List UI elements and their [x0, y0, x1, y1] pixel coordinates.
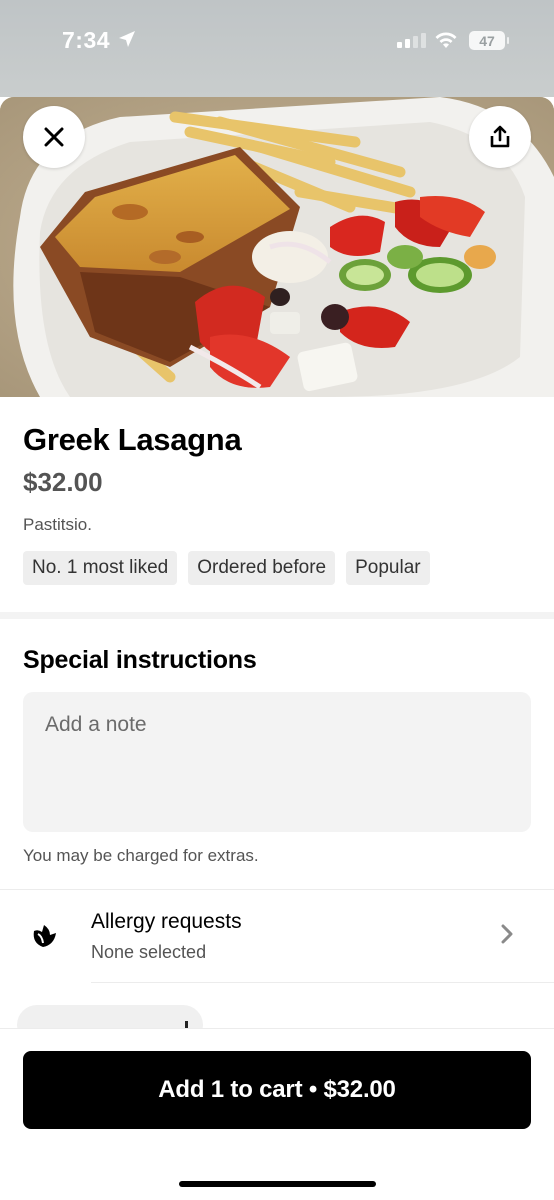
add-to-cart-button[interactable]: Add 1 to cart • $32.00	[23, 1051, 531, 1129]
status-bar: 7:34 47	[0, 0, 554, 97]
section-divider	[0, 612, 554, 619]
chevron-right-icon	[501, 924, 513, 944]
tag-most-liked: No. 1 most liked	[23, 551, 178, 585]
battery-icon: 47	[469, 31, 509, 50]
close-button[interactable]	[23, 106, 85, 168]
allergy-requests-row[interactable]: Allergy requests None selected	[0, 890, 554, 982]
divider	[91, 982, 554, 983]
cellular-signal-icon	[397, 33, 426, 48]
item-title: Greek Lasagna	[23, 422, 242, 457]
allergy-subtitle: None selected	[91, 942, 207, 962]
item-description: Pastitsio.	[23, 515, 92, 534]
home-indicator	[179, 1181, 376, 1187]
share-button[interactable]	[469, 106, 531, 168]
extras-note: You may be charged for extras.	[23, 846, 259, 865]
allergy-icon	[33, 925, 56, 947]
wifi-icon	[435, 32, 457, 48]
close-icon	[44, 127, 64, 147]
special-instructions-title: Special instructions	[23, 646, 257, 674]
item-price: $32.00	[23, 467, 103, 497]
status-time: 7:34	[62, 27, 111, 53]
allergy-title: Allergy requests	[91, 910, 242, 933]
tag-ordered-before: Ordered before	[188, 551, 336, 585]
note-input[interactable]	[23, 692, 531, 832]
item-tags: No. 1 most liked Ordered before Popular	[23, 551, 430, 585]
tag-popular: Popular	[346, 551, 430, 585]
location-arrow-icon	[119, 31, 135, 47]
share-icon	[490, 125, 510, 148]
